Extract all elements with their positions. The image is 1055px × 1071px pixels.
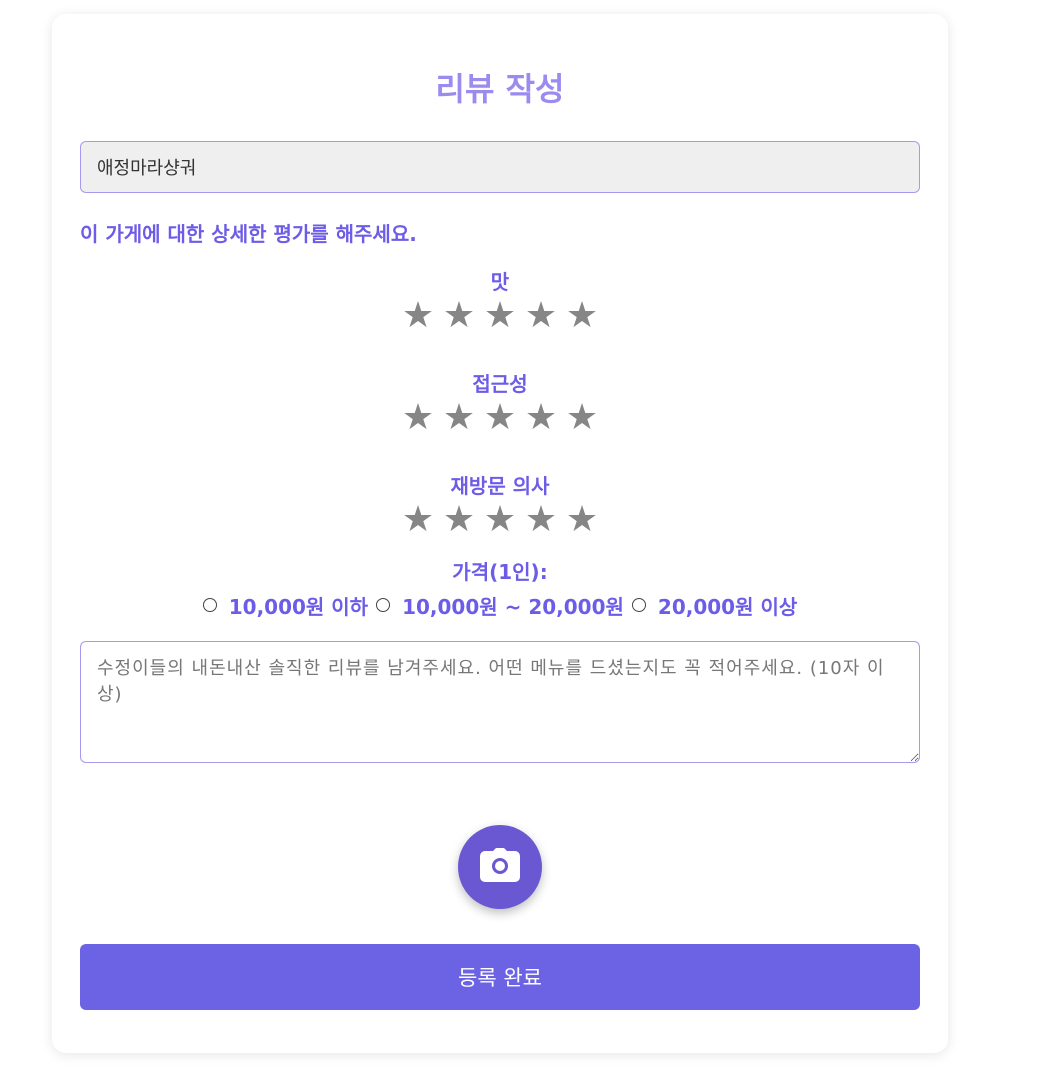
- star-icon[interactable]: ★: [441, 499, 478, 541]
- star-rating-revisit: ★ ★ ★ ★ ★: [80, 499, 920, 541]
- page-title: 리뷰 작성: [435, 70, 565, 108]
- star-icon[interactable]: ★: [523, 499, 560, 541]
- radio-button[interactable]: [631, 598, 646, 612]
- evaluation-heading: 이 가게에 대한 상세한 평가를 해주세요.: [80, 222, 417, 246]
- star-icon[interactable]: ★: [523, 295, 560, 337]
- star-icon[interactable]: ★: [400, 295, 437, 337]
- price-option-label: 20,000원 이상: [657, 594, 798, 619]
- submit-button[interactable]: 등록 완료: [80, 944, 920, 1010]
- radio-button[interactable]: [202, 598, 217, 612]
- radio-button[interactable]: [376, 598, 391, 612]
- star-icon[interactable]: ★: [523, 397, 560, 439]
- star-rating-taste: ★ ★ ★ ★ ★: [80, 295, 920, 337]
- store-name-field[interactable]: [80, 141, 920, 193]
- rating-label-taste: 맛: [490, 270, 510, 294]
- price-options: 10,000원 이하 10,000원 ~ 20,000원 20,000원 이상: [80, 591, 920, 619]
- price-option-10000-20000[interactable]: 10,000원 ~ 20,000원: [376, 591, 624, 620]
- star-icon[interactable]: ★: [564, 499, 601, 541]
- star-icon[interactable]: ★: [482, 499, 519, 541]
- rating-revisit: 재방문 의사 ★ ★ ★ ★ ★: [80, 473, 920, 541]
- price-option-under-10000[interactable]: 10,000원 이하: [202, 591, 369, 620]
- star-icon[interactable]: ★: [564, 295, 601, 337]
- star-icon[interactable]: ★: [482, 397, 519, 439]
- star-icon[interactable]: ★: [441, 397, 478, 439]
- review-textarea[interactable]: [80, 641, 920, 763]
- camera-icon: [480, 848, 520, 886]
- photo-upload-wrap: [80, 825, 920, 909]
- star-icon[interactable]: ★: [482, 295, 519, 337]
- price-option-label: 10,000원 이하: [228, 594, 369, 619]
- rating-label-accessibility: 접근성: [472, 372, 528, 396]
- star-rating-accessibility: ★ ★ ★ ★ ★: [80, 397, 920, 439]
- price-option-label: 10,000원 ~ 20,000원: [402, 594, 624, 619]
- rating-label-revisit: 재방문 의사: [450, 474, 550, 498]
- review-form-card: 리뷰 작성 이 가게에 대한 상세한 평가를 해주세요. 맛 ★ ★ ★ ★ ★…: [52, 14, 948, 1053]
- star-icon[interactable]: ★: [441, 295, 478, 337]
- star-icon[interactable]: ★: [564, 397, 601, 439]
- price-option-over-20000[interactable]: 20,000원 이상: [631, 591, 798, 620]
- star-icon[interactable]: ★: [400, 397, 437, 439]
- rating-taste: 맛 ★ ★ ★ ★ ★: [80, 269, 920, 337]
- star-icon[interactable]: ★: [400, 499, 437, 541]
- photo-upload-button[interactable]: [458, 825, 542, 909]
- price-label: 가격(1인):: [452, 560, 548, 584]
- rating-accessibility: 접근성 ★ ★ ★ ★ ★: [80, 371, 920, 439]
